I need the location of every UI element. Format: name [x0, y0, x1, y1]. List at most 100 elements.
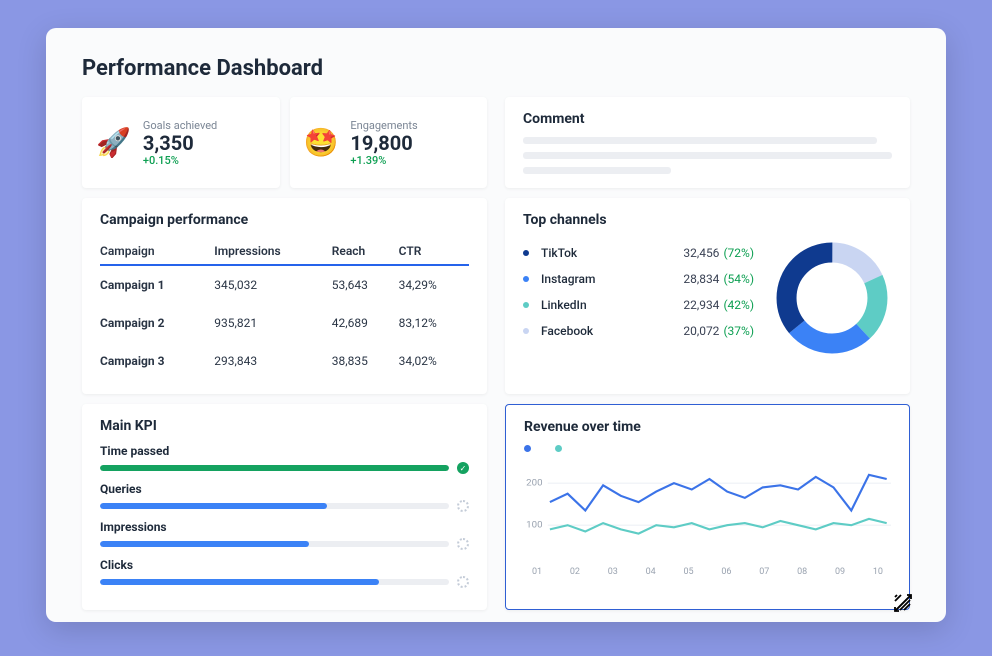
- legend-dot-b: [555, 445, 562, 452]
- table-row: Campaign 3293,84338,83534,02%: [100, 342, 469, 380]
- channel-value: 28,834: [683, 272, 719, 286]
- cell-campaign: Campaign 2: [100, 304, 214, 342]
- page-title: Performance Dashboard: [82, 56, 910, 81]
- stat-label: Goals achieved: [143, 119, 217, 132]
- channel-value: 32,456: [683, 246, 719, 260]
- stat-value: 3,350: [143, 132, 217, 154]
- channel-pct: (37%): [723, 324, 754, 338]
- kpi-target-icon: [457, 538, 469, 550]
- rocket-icon: 🚀: [96, 129, 131, 157]
- cell-campaign: Campaign 1: [100, 265, 214, 304]
- revenue-legend: [524, 445, 891, 452]
- col-reach: Reach: [332, 238, 399, 265]
- channel-row: LinkedIn22,934 (42%): [523, 298, 754, 312]
- col-ctr: CTR: [399, 238, 469, 265]
- cell-impressions: 935,821: [214, 304, 332, 342]
- campaign-title: Campaign performance: [100, 212, 469, 228]
- channel-name: Instagram: [541, 272, 683, 286]
- stat-change: +1.39%: [350, 154, 417, 167]
- comment-skeleton-line: [523, 152, 892, 159]
- kpi-label: Clicks: [100, 558, 469, 572]
- kpi-item: Queries: [100, 482, 469, 512]
- revenue-line-chart: 200 100: [524, 458, 891, 563]
- cell-campaign: Campaign 3: [100, 342, 214, 380]
- stat-card-goals: 🚀 Goals achieved 3,350 +0.15%: [82, 97, 280, 188]
- comment-card: Comment: [505, 97, 910, 188]
- channel-dot-icon: [523, 328, 529, 334]
- stat-card-engagements: 🤩 Engagements 19,800 +1.39%: [290, 97, 488, 188]
- x-tick: 02: [570, 567, 580, 577]
- kpi-item: Impressions: [100, 520, 469, 550]
- kpi-bar: [100, 503, 449, 509]
- kpi-label: Queries: [100, 482, 469, 496]
- stat-value: 19,800: [350, 132, 417, 154]
- cell-reach: 42,689: [332, 304, 399, 342]
- cell-ctr: 34,29%: [399, 265, 469, 304]
- kpi-target-icon: [457, 576, 469, 588]
- svg-text:200: 200: [526, 477, 542, 488]
- channel-row: Facebook20,072 (37%): [523, 324, 754, 338]
- kpi-fill: [100, 579, 379, 585]
- comment-skeleton-line: [523, 137, 877, 144]
- x-tick: 05: [684, 567, 694, 577]
- x-tick: 04: [646, 567, 656, 577]
- revenue-card[interactable]: Revenue over time 200 100 01 02 03 04 05 06 07…: [505, 404, 910, 610]
- channels-donut-chart: [772, 238, 892, 358]
- x-tick: 10: [873, 567, 883, 577]
- table-row: Campaign 1345,03253,64334,29%: [100, 265, 469, 304]
- kpi-bar: [100, 579, 449, 585]
- kpi-title: Main KPI: [100, 418, 469, 434]
- x-tick: 01: [532, 567, 542, 577]
- col-impressions: Impressions: [214, 238, 332, 265]
- comment-title: Comment: [523, 111, 892, 127]
- stat-change: +0.15%: [143, 154, 217, 167]
- channels-title: Top channels: [523, 212, 892, 228]
- x-tick: 06: [721, 567, 731, 577]
- kpi-fill: [100, 503, 327, 509]
- x-tick: 08: [797, 567, 807, 577]
- kpi-item: Clicks: [100, 558, 469, 588]
- channel-pct: (42%): [723, 298, 754, 312]
- cell-impressions: 293,843: [214, 342, 332, 380]
- campaign-card: Campaign performance Campaign Impression…: [82, 198, 487, 394]
- x-tick: 09: [835, 567, 845, 577]
- kpi-fill: [100, 465, 449, 471]
- channel-dot-icon: [523, 276, 529, 282]
- channel-dot-icon: [523, 302, 529, 308]
- channel-row: TikTok32,456 (72%): [523, 246, 754, 260]
- channel-pct: (54%): [723, 272, 754, 286]
- kpi-target-icon: [457, 500, 469, 512]
- x-tick: 07: [759, 567, 769, 577]
- cell-reach: 38,835: [332, 342, 399, 380]
- cell-reach: 53,643: [332, 265, 399, 304]
- table-row: Campaign 2935,82142,68983,12%: [100, 304, 469, 342]
- channel-dot-icon: [523, 250, 529, 256]
- stats-row: 🚀 Goals achieved 3,350 +0.15% 🤩 Engageme…: [82, 97, 487, 188]
- channels-card: Top channels TikTok32,456 (72%) Instagram…: [505, 198, 910, 394]
- channel-value: 20,072: [683, 324, 719, 338]
- cell-impressions: 345,032: [214, 265, 332, 304]
- legend-dot-a: [524, 445, 531, 452]
- revenue-x-axis: 01 02 03 04 05 06 07 08 09 10: [524, 567, 891, 577]
- x-tick: 03: [608, 567, 618, 577]
- channel-name: TikTok: [541, 246, 683, 260]
- channel-row: Instagram28,834 (54%): [523, 272, 754, 286]
- svg-text:100: 100: [526, 519, 542, 530]
- kpi-bar: [100, 541, 449, 547]
- channel-pct: (72%): [723, 246, 754, 260]
- revenue-title: Revenue over time: [524, 419, 891, 435]
- col-campaign: Campaign: [100, 238, 214, 265]
- resize-handle-icon[interactable]: [893, 593, 913, 613]
- kpi-item: Time passed✓: [100, 444, 469, 474]
- channel-name: LinkedIn: [541, 298, 683, 312]
- table-header-row: Campaign Impressions Reach CTR: [100, 238, 469, 265]
- kpi-card: Main KPI Time passed✓ Queries Impressions C…: [82, 404, 487, 610]
- cell-ctr: 83,12%: [399, 304, 469, 342]
- stat-label: Engagements: [350, 119, 417, 132]
- star-eyes-icon: 🤩: [304, 129, 339, 157]
- comment-skeleton-line: [523, 167, 671, 174]
- campaign-table: Campaign Impressions Reach CTR Campaign …: [100, 238, 469, 380]
- channel-list: TikTok32,456 (72%) Instagram28,834 (54%) L…: [523, 246, 754, 350]
- kpi-fill: [100, 541, 309, 547]
- channel-value: 22,934: [683, 298, 719, 312]
